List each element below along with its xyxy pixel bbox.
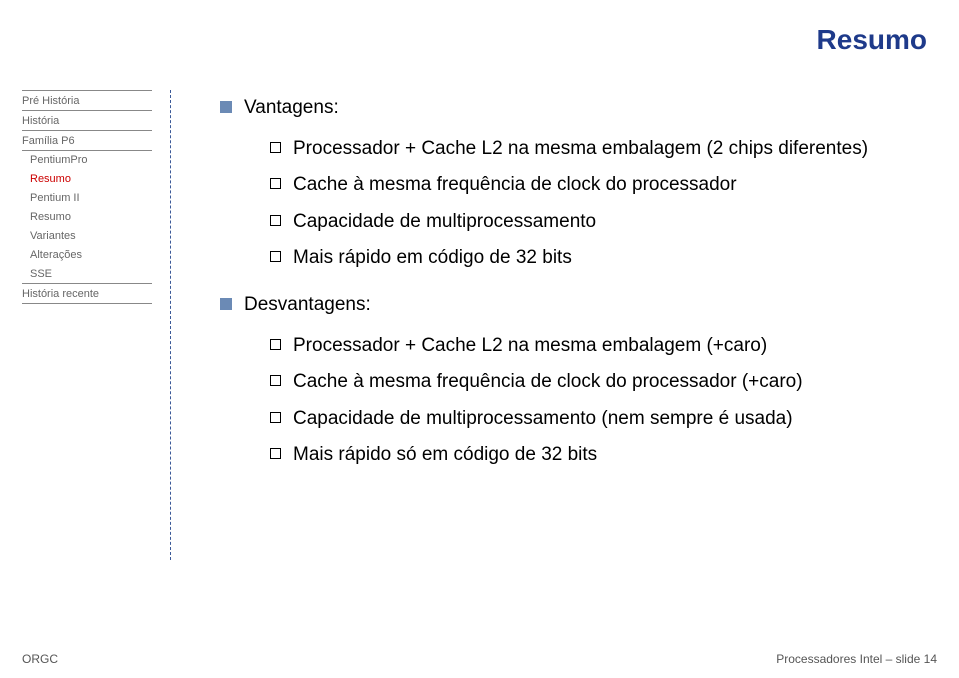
- hollow-square-icon: [270, 412, 281, 423]
- sidebar-item-alteracoes[interactable]: Alterações: [22, 245, 152, 264]
- vantagens-heading: Vantagens:: [220, 95, 900, 122]
- hollow-square-icon: [270, 375, 281, 386]
- hollow-square-icon: [270, 178, 281, 189]
- desvantagens-heading: Desvantagens:: [220, 292, 900, 319]
- hollow-square-icon: [270, 142, 281, 153]
- vantagem-text: Cache à mesma frequência de clock do pro…: [293, 172, 737, 199]
- sidebar-item-variantes[interactable]: Variantes: [22, 226, 152, 245]
- content-area: Vantagens: Processador + Cache L2 na mes…: [220, 95, 900, 479]
- sidebar-item-resumo-current[interactable]: Resumo: [22, 169, 152, 188]
- sidebar-item-historia-recente[interactable]: História recente: [22, 283, 152, 304]
- desvantagens-label: Desvantagens:: [244, 292, 371, 319]
- desvantagem-item: Processador + Cache L2 na mesma embalage…: [270, 333, 900, 360]
- footer-right: Processadores Intel – slide 14: [776, 652, 937, 666]
- footer-left: ORGC: [22, 652, 58, 666]
- desvantagem-text: Mais rápido só em código de 32 bits: [293, 442, 597, 469]
- sidebar-item-pentium-ii[interactable]: Pentium II: [22, 188, 152, 207]
- desvantagem-item: Capacidade de multiprocessamento (nem se…: [270, 406, 900, 433]
- hollow-square-icon: [270, 339, 281, 350]
- vantagem-item: Processador + Cache L2 na mesma embalage…: [270, 136, 900, 163]
- desvantagem-text: Processador + Cache L2 na mesma embalage…: [293, 333, 767, 360]
- desvantagem-item: Cache à mesma frequência de clock do pro…: [270, 369, 900, 396]
- square-bullet-icon: [220, 298, 232, 310]
- sidebar-item-familia-p6[interactable]: Família P6: [22, 130, 152, 151]
- vantagem-item: Cache à mesma frequência de clock do pro…: [270, 172, 900, 199]
- slide-title: Resumo: [817, 24, 927, 56]
- vantagem-text: Mais rápido em código de 32 bits: [293, 245, 572, 272]
- hollow-square-icon: [270, 251, 281, 262]
- vantagem-text: Processador + Cache L2 na mesma embalage…: [293, 136, 868, 163]
- sidebar-item-historia[interactable]: História: [22, 110, 152, 131]
- hollow-square-icon: [270, 215, 281, 226]
- vantagem-text: Capacidade de multiprocessamento: [293, 209, 596, 236]
- desvantagem-text: Cache à mesma frequência de clock do pro…: [293, 369, 803, 396]
- vantagens-label: Vantagens:: [244, 95, 339, 122]
- vertical-divider: [170, 90, 171, 560]
- desvantagem-text: Capacidade de multiprocessamento (nem se…: [293, 406, 793, 433]
- sidebar-item-resumo-2[interactable]: Resumo: [22, 207, 152, 226]
- sidebar-item-pentiumpro[interactable]: PentiumPro: [22, 150, 152, 169]
- sidebar-item-pre-historia[interactable]: Pré História: [22, 90, 152, 111]
- hollow-square-icon: [270, 448, 281, 459]
- vantagem-item: Capacidade de multiprocessamento: [270, 209, 900, 236]
- desvantagem-item: Mais rápido só em código de 32 bits: [270, 442, 900, 469]
- vantagem-item: Mais rápido em código de 32 bits: [270, 245, 900, 272]
- sidebar-nav: Pré História História Família P6 Pentium…: [22, 90, 152, 303]
- square-bullet-icon: [220, 101, 232, 113]
- sidebar-item-sse[interactable]: SSE: [22, 264, 152, 283]
